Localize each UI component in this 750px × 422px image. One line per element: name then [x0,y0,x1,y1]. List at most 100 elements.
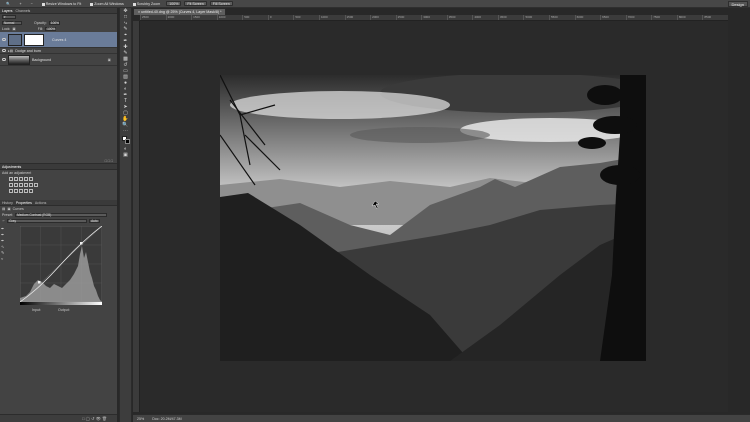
zoom-in-icon[interactable]: + [16,1,24,6]
curve-point[interactable] [80,242,83,245]
zoom-level[interactable]: 25% [137,417,144,421]
invert-icon[interactable] [8,188,13,193]
ruler-tick: 1000 [216,15,243,20]
folder-icon: ▸▤ [8,48,14,53]
checkbox-icon [90,2,94,6]
eye-icon[interactable] [2,38,6,41]
layer-name: Background [32,57,52,62]
output-label: Output: [58,308,70,312]
scrubby-zoom-checkbox[interactable]: Scrubby Zoom [130,1,163,6]
eye-icon[interactable] [2,58,6,61]
layers-empty-area [0,66,117,158]
status-bar: 25% Doc: 20.2M/47.3M [133,414,750,422]
lock-label: Lock: [2,27,11,31]
workspace-switcher[interactable]: Design [727,1,748,7]
ruler-tick: 500 [242,15,268,20]
ruler-tick: 1000 [318,15,345,20]
black-white-icon[interactable] [18,182,23,187]
properties-title: Curves [12,207,24,211]
brightness-icon[interactable] [8,176,13,181]
ruler-tick: 3000 [421,15,447,20]
gradient-map-icon[interactable] [23,188,28,193]
eye-icon[interactable] [2,49,6,52]
zoom-all-windows-checkbox[interactable]: Zoom All Windows [87,1,127,6]
color-swatches[interactable] [120,134,131,146]
ruler-tick: 8000 [676,15,703,20]
threshold-icon[interactable] [18,188,23,193]
layer-name: Curves 4 [52,37,67,42]
tab-adjustments[interactable]: Adjustments [2,165,21,169]
levels-icon[interactable] [13,176,18,181]
opacity-field[interactable]: 100% [48,21,60,25]
resize-windows-checkbox[interactable]: Resize Windows to Fit [39,1,85,6]
opacity-label: Opacity: [34,21,47,25]
background-color-swatch[interactable] [125,139,130,144]
fill-field[interactable]: 100% [45,27,57,31]
channel-mixer-icon[interactable] [28,182,33,187]
blend-mode-select[interactable]: Normal [2,21,22,25]
vibrance-icon[interactable] [28,176,33,181]
mask-icon: ▣ [7,207,11,211]
document-tab[interactable]: × untitled-40.dng @ 25% (Curves 4, Layer… [133,8,227,15]
hue-icon[interactable] [8,182,13,187]
tab-actions[interactable]: Actions [35,201,46,205]
layer-background[interactable]: Background ▣ [0,54,117,66]
new-layer-icon[interactable]: □ □ □ [105,159,113,163]
fill-label: Fill: [37,27,44,31]
adjustment-icons [0,176,117,200]
document-area: × untitled-40.dng @ 25% (Curves 4, Layer… [133,8,750,422]
canvas[interactable] [140,21,728,412]
checkbox-icon [132,2,136,6]
zoom-out-icon[interactable]: − [28,1,36,6]
channel-select[interactable]: Gray [7,219,88,223]
layer-name: Dodge and burn [15,48,41,53]
doc-size: Doc: 20.2M/47.3M [152,416,182,421]
tab-properties[interactable]: Properties [16,201,32,205]
ruler-tick: 7000 [625,15,652,20]
layer-curves-4[interactable]: Curves 4 [0,32,117,48]
input-gradient-bar [20,302,102,305]
fit-screen-button[interactable]: Fit Screen [184,1,207,6]
properties-footer-icons[interactable]: □ ◯ ↺ 👁 🗑 [82,416,107,421]
lock-icon: ▣ [107,57,111,62]
background-thumbnail [8,54,30,65]
curves-graph[interactable] [20,226,102,302]
curves-icon[interactable] [18,176,23,181]
properties-footer: □ ◯ ↺ 👁 🗑 [0,414,117,422]
zoom-100-button[interactable]: 100% [166,1,182,6]
curves-area: ✒ ✒ ✒ ∿ ✎ ≈ Input: Output: [0,224,117,314]
tab-history[interactable]: History [2,201,13,205]
ruler-tick: 4000 [472,15,498,20]
lock-icon[interactable]: ▣ [12,27,15,31]
checkbox-icon [41,2,45,6]
selective-color-icon[interactable] [28,188,33,193]
ruler-tick: 1500 [344,15,371,20]
document-title: untitled-40.dng @ 25% (Curves 4, Layer M… [141,10,222,14]
layer-mask-thumbnail[interactable] [24,33,44,46]
options-bar: 🔍 + − Resize Windows to Fit Zoom All Win… [0,0,750,8]
color-balance-icon[interactable] [13,182,18,187]
exposure-icon[interactable] [23,176,28,181]
ruler-tick: 2500 [140,15,166,20]
vertical-ruler[interactable] [133,21,140,412]
close-tab-icon[interactable]: × [138,10,140,14]
landscape-photo[interactable] [220,75,646,361]
lookup-icon[interactable] [33,182,38,187]
auto-button[interactable]: Auto [89,219,101,223]
tab-channels[interactable]: Channels [16,9,31,13]
target-adjust-icon[interactable]: ☞ [2,219,5,223]
smooth-icon[interactable]: ≈ [1,256,8,262]
ruler-tick: 1500 [191,15,217,20]
photo-filter-icon[interactable] [23,182,28,187]
posterize-icon[interactable] [13,188,18,193]
screen-mode-icon[interactable]: ▣ [123,153,129,158]
ruler-tick: 2000 [165,15,192,20]
ruler-tick: 8500 [702,15,728,20]
tab-layers[interactable]: Layers [2,9,13,13]
zoom-tool-icon[interactable]: 🔍 [3,1,13,6]
curves-adjustment-icon [8,33,22,46]
curve-point[interactable] [38,281,41,284]
preset-select[interactable]: Medium Contrast (RGB) [15,213,108,217]
fill-screen-button[interactable]: Fill Screen [209,1,233,6]
filter-kind-select[interactable]: ▾ [2,15,16,19]
